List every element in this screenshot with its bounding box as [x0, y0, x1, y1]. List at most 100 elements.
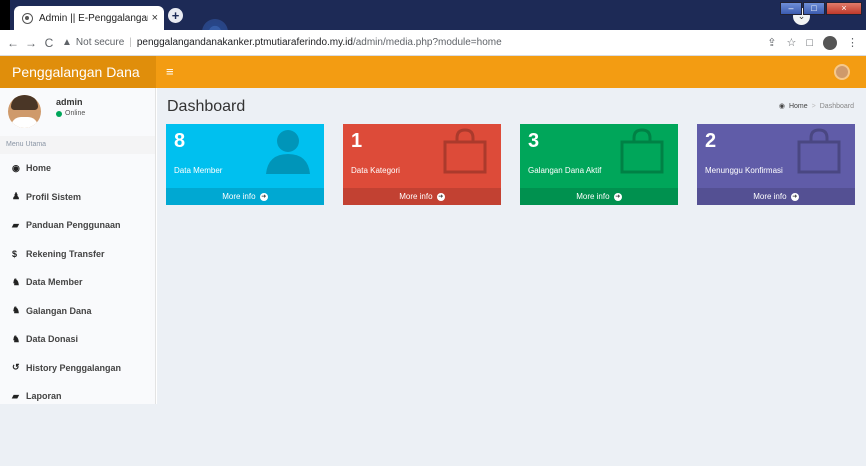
sidebar-item-label: Laporan [26, 391, 62, 402]
new-tab-button[interactable]: + [168, 8, 183, 23]
person-icon [266, 130, 310, 174]
arrow-circle-right-icon: ➜ [436, 192, 445, 201]
sidebar-item-data-donasi[interactable]: ♞ Data Donasi [0, 325, 155, 354]
stat-count: 8 [174, 130, 186, 152]
sidebar-item-label: Data Donasi [26, 334, 79, 345]
page-title: Dashboard [167, 98, 246, 115]
stat-label: Data Member [174, 166, 223, 175]
book-icon: ▰ [12, 390, 19, 401]
sidebar-item-profil-sistem[interactable]: ♟ Profil Sistem [0, 183, 155, 212]
sidebar-item-label: Profil Sistem [26, 191, 82, 202]
shopping-bag-icon [797, 128, 841, 174]
online-dot-icon [56, 110, 62, 117]
user-status-text: Online [65, 110, 86, 117]
close-window-button[interactable]: × [826, 2, 862, 15]
users-icon: ♞ [12, 276, 21, 287]
sidebar-item-label: Home [26, 163, 52, 174]
header-user-avatar[interactable] [834, 64, 850, 80]
breadcrumb-current: Dashboard [819, 102, 854, 110]
user-name: admin [56, 97, 83, 107]
menu-header: Menu Utama [0, 136, 155, 154]
address-bar: ← → C ▲ Not secure | penggalangandanakan… [0, 30, 866, 56]
more-info-link[interactable]: More info ➜ [520, 188, 678, 205]
user-status: Online [56, 110, 85, 117]
back-arrow-icon[interactable]: ← [4, 36, 22, 50]
sidebar-item-panduan[interactable]: ▰ Panduan Penggunaan [0, 211, 155, 240]
url-separator: | [129, 37, 132, 48]
more-info-label: More info [399, 192, 433, 201]
minimize-button[interactable]: – [780, 2, 802, 15]
users-icon: ♞ [12, 333, 21, 344]
sidebar: admin Online Menu Utama ◉ Home ♟ Profil … [0, 88, 156, 404]
sidebar-item-rekening[interactable]: $ Rekening Transfer [0, 240, 155, 269]
sidebar-toggle-icon[interactable]: ≡ [166, 56, 174, 88]
breadcrumb: ◉ Home > Dashboard [778, 102, 854, 111]
stat-box-menunggu-konfirmasi: 2 Menunggu Konfirmasi More info ➜ [697, 124, 855, 205]
more-info-link[interactable]: More info ➜ [697, 188, 855, 205]
sidebar-item-data-member[interactable]: ♞ Data Member [0, 268, 155, 297]
sidebar-item-label: Panduan Penggunaan [26, 220, 121, 231]
arrow-circle-right-icon: ➜ [790, 192, 799, 201]
tab-close-icon[interactable]: × [152, 12, 158, 24]
sidebar-item-label: Rekening Transfer [26, 248, 105, 259]
url-path[interactable]: /admin/media.php?module=home [353, 37, 502, 48]
side-panel-icon[interactable]: □ [806, 37, 813, 49]
sidebar-item-galangan-dana[interactable]: ♞ Galangan Dana [0, 297, 155, 326]
sidebar-bottom-area [0, 404, 157, 466]
titlebar-edge [0, 0, 10, 30]
stat-box-galangan-dana-aktif: 3 Galangan Dana Aktif More info ➜ [520, 124, 678, 205]
window-controls: – □ × [780, 2, 862, 15]
more-info-link[interactable]: More info ➜ [343, 188, 501, 205]
browser-titlebar: Admin || E-Penggalangan Dana × + ⌄ – □ × [0, 0, 866, 47]
arrow-circle-right-icon: ➜ [613, 192, 622, 201]
app-logo[interactable]: Penggalangan Dana [0, 56, 156, 88]
book-icon: ▰ [12, 219, 19, 230]
url-host[interactable]: penggalangandanakanker.ptmutiaraferindo.… [137, 37, 353, 48]
stat-box-data-kategori: 1 Data Kategori More info ➜ [343, 124, 501, 205]
more-info-label: More info [222, 192, 256, 201]
stat-label: Menunggu Konfirmasi [705, 166, 783, 175]
more-info-label: More info [576, 192, 610, 201]
user-icon: ♟ [12, 191, 21, 202]
shopping-bag-icon [443, 128, 487, 174]
dashboard-icon: ◉ [12, 162, 20, 173]
url-field[interactable]: ▲ Not secure | penggalangandanakanker.pt… [62, 37, 767, 48]
maximize-button[interactable]: □ [803, 2, 825, 15]
stat-label: Galangan Dana Aktif [528, 166, 602, 175]
more-info-label: More info [753, 192, 787, 201]
history-icon: ↺ [12, 362, 20, 373]
shopping-bag-icon [620, 128, 664, 174]
sidebar-item-label: Data Member [26, 277, 83, 288]
share-icon[interactable]: ⇪ [767, 36, 776, 49]
profile-avatar-icon[interactable] [823, 35, 837, 50]
sidebar-item-home[interactable]: ◉ Home [0, 154, 155, 183]
more-info-link[interactable]: More info ➜ [166, 188, 324, 205]
users-icon: ♞ [12, 305, 21, 316]
reload-icon[interactable]: C [40, 36, 58, 50]
main-content: Dashboard ◉ Home > Dashboard 8 Data Memb… [157, 88, 866, 466]
bookmark-star-icon[interactable]: ☆ [786, 36, 796, 49]
breadcrumb-separator: > [811, 102, 816, 110]
kebab-menu-icon[interactable]: ⋮ [847, 36, 858, 49]
user-avatar [8, 95, 41, 128]
app-header: Penggalangan Dana ≡ [0, 56, 866, 88]
stat-label: Data Kategori [351, 166, 400, 175]
forward-arrow-icon[interactable]: → [22, 36, 40, 50]
sidebar-item-label: History Penggalangan [26, 362, 122, 373]
user-panel: admin Online [0, 88, 155, 136]
warning-icon[interactable]: ▲ [62, 37, 72, 48]
stat-count: 1 [351, 130, 363, 152]
dollar-icon: $ [12, 248, 18, 259]
dashboard-icon: ◉ [778, 103, 785, 110]
not-secure-label[interactable]: Not secure [76, 37, 124, 48]
arrow-circle-right-icon: ➜ [259, 192, 268, 201]
stat-box-data-member: 8 Data Member More info ➜ [166, 124, 324, 205]
breadcrumb-home-link[interactable]: Home [789, 103, 808, 110]
sidebar-item-label: Galangan Dana [26, 305, 92, 316]
stat-count: 3 [528, 130, 540, 152]
browser-tab[interactable]: Admin || E-Penggalangan Dana × [14, 6, 164, 30]
tab-title: Admin || E-Penggalangan Dana [39, 12, 148, 24]
tab-favicon-icon [22, 12, 33, 24]
sidebar-item-history[interactable]: ↺ History Penggalangan [0, 354, 155, 383]
address-bar-actions: ⇪ ☆ □ ⋮ [767, 35, 858, 50]
